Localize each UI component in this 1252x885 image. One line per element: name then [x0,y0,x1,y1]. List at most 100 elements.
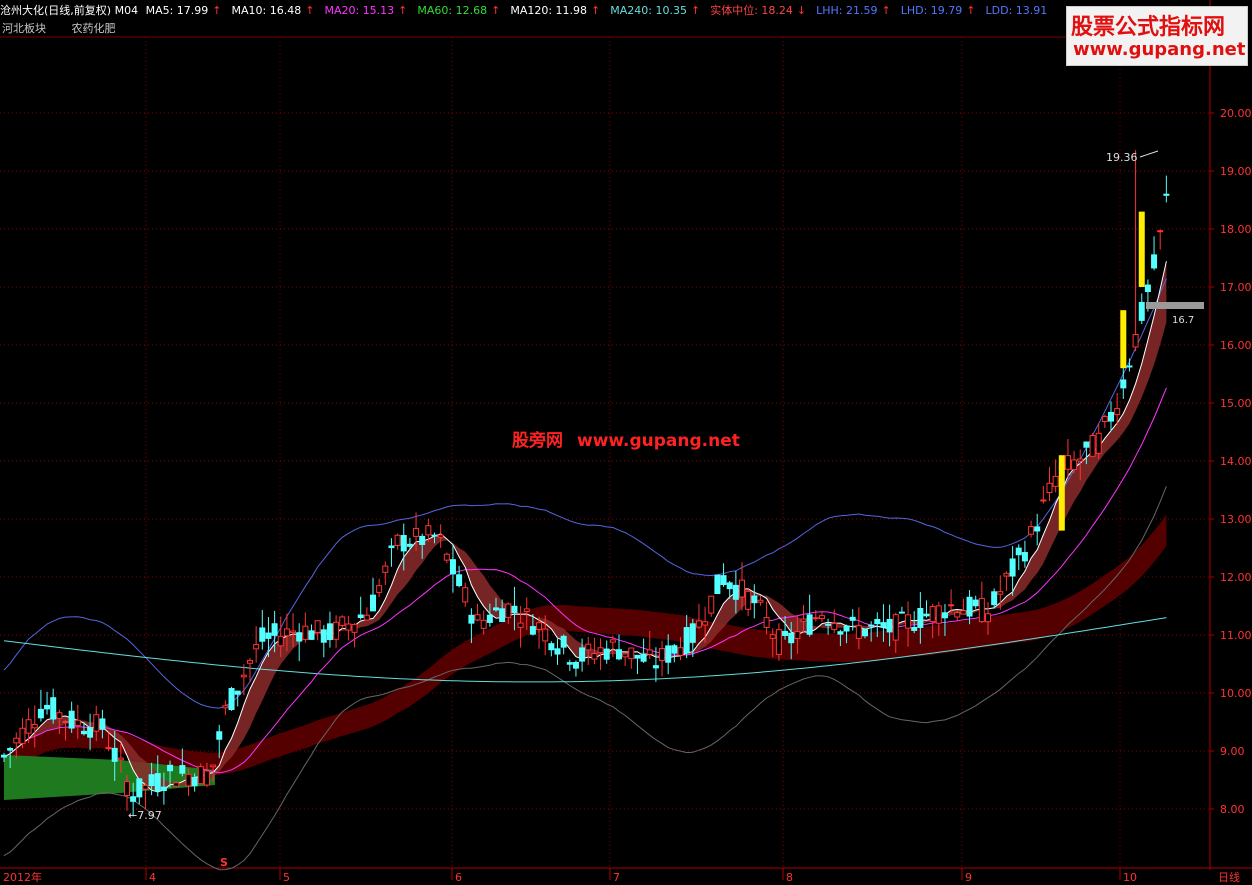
candle-body [31,724,38,729]
candle-body [554,648,561,655]
candle-body [474,614,481,621]
candle-body [542,628,549,642]
candle-body [991,591,998,606]
candle-body [929,606,936,623]
candle-body [948,604,955,607]
candle-body [843,625,850,632]
candle-body [597,647,604,654]
candle-body [1132,334,1139,348]
candle-body [111,747,118,762]
candle-body [695,620,702,628]
candle-body [898,611,905,614]
candle-body [1077,458,1084,462]
ma-label-8: LHD: 19.79 [900,4,963,17]
candle-body [179,765,186,774]
candle-body [493,607,499,611]
candle-body [216,731,223,740]
candle-body [437,534,444,538]
candle-body [794,631,801,640]
candle-body [616,649,622,660]
candle-body [80,730,87,735]
candle-body [806,614,813,635]
candle-body [99,718,106,730]
candle-body [419,535,426,545]
ma-label-3: MA60: 12.68 [417,4,488,17]
candle-body [886,618,893,633]
candle-body [1034,526,1041,532]
highlight-bar [1138,211,1145,287]
ma-label-0: MA5: 17.99 [145,4,209,17]
candle-body [739,579,745,598]
y-tick-label: 9.00 [1220,745,1245,758]
candle-body [659,648,666,661]
candle-body [960,610,967,615]
candle-body [339,616,346,626]
candle-body [769,634,776,639]
candle-body [93,714,100,732]
candle-body [185,773,192,787]
ma-arrow-8: ↑ [966,4,976,17]
candle-body [855,625,862,639]
candle-body [782,630,789,636]
candle-body [548,643,555,651]
ma-arrow-6: ↓ [796,4,807,17]
candle-body [628,647,635,660]
candle-body [1101,415,1108,423]
candle-body [579,647,586,662]
candle-body [37,708,44,719]
candle-body [505,603,512,619]
center-watermark-url: www.gupang.net [577,431,740,451]
candle-body [308,630,315,640]
candle-body [56,712,63,719]
candle-body [406,543,413,547]
candle-body [966,596,973,617]
candle-body [818,615,825,620]
candle-body [572,662,579,669]
candle-body [1126,365,1133,368]
candle-body [19,727,26,744]
candle-body [203,770,210,786]
candle-body [1157,230,1164,233]
candle-body [197,766,204,785]
candle-body [388,545,395,549]
candle-body [265,632,272,639]
candle-body [665,645,672,663]
y-tick-label: 17.00 [1220,281,1252,294]
ma-label-9: LDD: 13.91 [985,4,1048,17]
candle-body [517,622,524,628]
candle-body [62,720,69,723]
candle-body [874,618,881,625]
candle-body [400,535,407,552]
candle-body [363,614,370,621]
candle-body [7,747,14,751]
candle-body [831,622,838,631]
low-annotation: ←7.97 [128,809,162,822]
candle-body [136,778,143,798]
candle-body [357,614,364,619]
candle-body [954,612,961,618]
candle-body [646,649,653,655]
candle-body [1046,482,1053,493]
candle-body [290,630,297,634]
candle-body [677,647,684,656]
y-tick-label: 11.00 [1220,629,1252,642]
candle-body [1089,434,1096,457]
candle-body [726,582,733,590]
candle-body [1040,499,1047,502]
candle-body [671,645,678,654]
candle-body [160,786,167,792]
candle-body [751,595,758,604]
ma-label-7: LHH: 21.59 [816,4,878,17]
y-tick-label: 15.00 [1220,397,1252,410]
x-tick-label: 9 [965,871,972,884]
candle-body [1144,284,1151,293]
candle-body [1095,432,1102,454]
site-watermark: 股票公式指标网 www.gupang.net [1066,6,1248,66]
candle-body [271,623,278,636]
candle-body [1015,547,1022,556]
y-tick-label: 10.00 [1220,687,1252,700]
watermark-url: www.gupang.net [1073,39,1246,60]
candle-body [247,659,253,664]
candle-body [191,777,198,787]
candle-body [880,622,887,628]
